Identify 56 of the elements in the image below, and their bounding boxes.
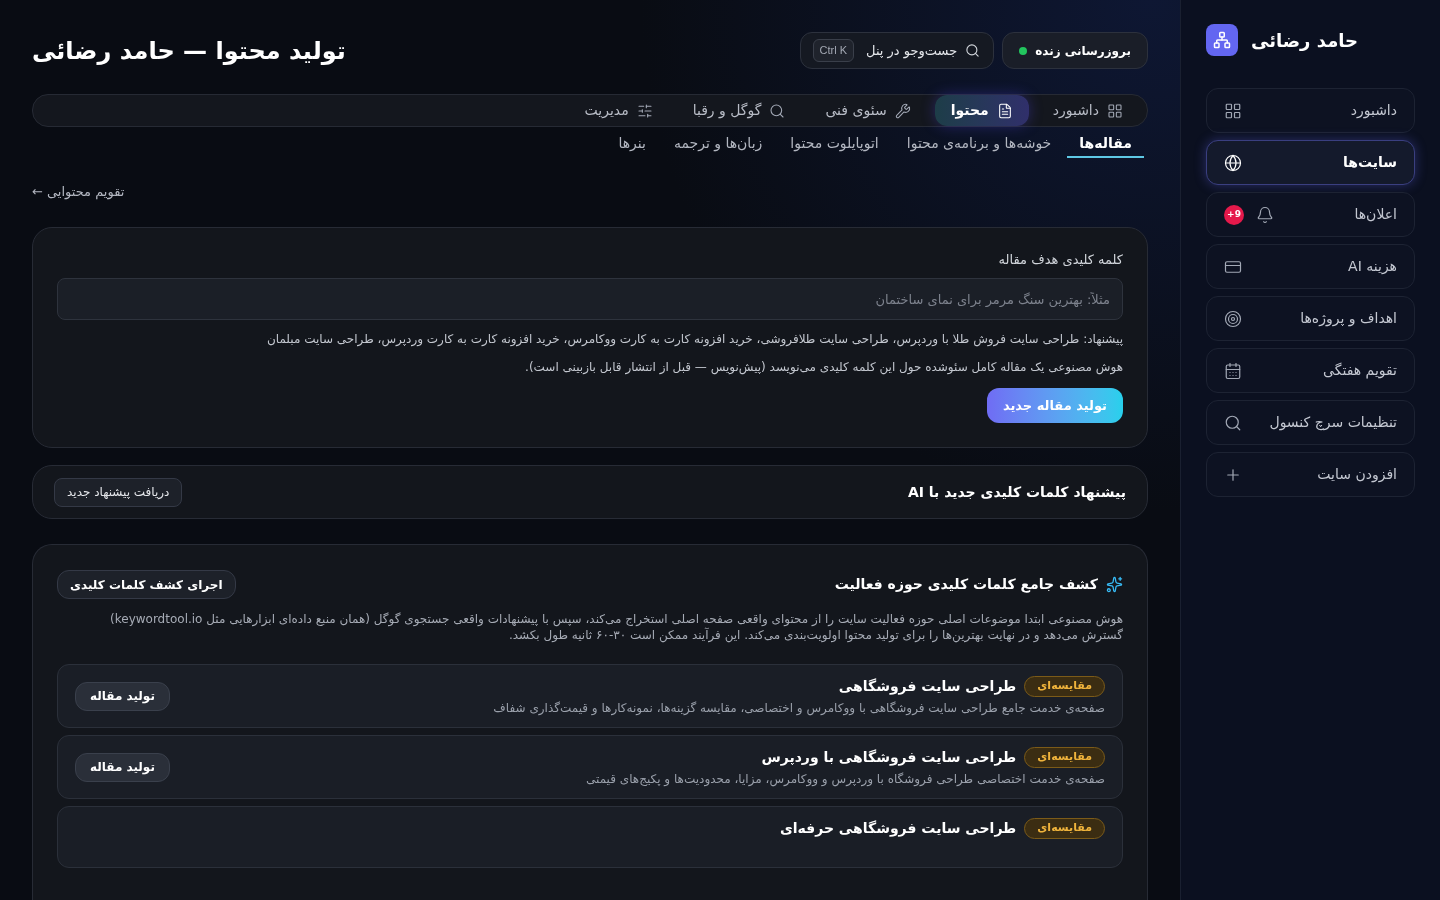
page-title: تولید محتوا — حامد رضائی bbox=[32, 35, 346, 67]
sidebar-item[interactable]: افزودن سایت bbox=[1206, 452, 1415, 497]
search-icon bbox=[769, 102, 786, 119]
keyboard-shortcut: Ctrl K bbox=[812, 39, 855, 62]
sidebar-item[interactable]: تقویم هفتگی bbox=[1206, 348, 1415, 393]
sidebar-item[interactable]: سایت‌ها bbox=[1206, 140, 1415, 185]
sub-tab[interactable]: خوشه‌ها و برنامه‌ی محتوا bbox=[894, 132, 1064, 158]
description-text: هوش مصنوعی ابتدا موضوعات اصلی حوزه فعالیت سایت را از محتوای واقعی صفحه اصلی استخراج می‌کند، سپس با پیشنهادات واقعی جستجوی گوگل (همان منبع داده‌ای ابزارهایی مثل keywordtool.io) گسترش می‌دهد و در نهایت بهترین‌ها را برای تولید محتوا اولویت‌بندی می‌کند. این فرآیند ممکن است ۳۰-۶۰ ثانیه طول بکشد. bbox=[109, 611, 1123, 643]
calendar-icon bbox=[1224, 361, 1242, 380]
search-icon bbox=[1224, 413, 1242, 432]
search-icon bbox=[965, 43, 981, 58]
sidebar-item[interactable]: هزینه AI bbox=[1206, 244, 1415, 289]
card-title: کشف جامع کلمات کلیدی حوزه فعالیت bbox=[834, 575, 1098, 595]
sub-tab[interactable]: بنرها bbox=[606, 132, 658, 158]
sub-tab[interactable]: مقاله‌ها bbox=[1067, 132, 1144, 158]
get-suggestions-button[interactable]: دریافت پیشنهاد جدید bbox=[54, 477, 183, 507]
live-update-button[interactable]: بروزرسانی زنده bbox=[1002, 32, 1148, 69]
brand-name: حامد رضائی bbox=[1251, 28, 1359, 53]
keyword-title: طراحی سایت فروشگاهی با وردپرس bbox=[761, 748, 1017, 768]
document-icon bbox=[996, 102, 1013, 119]
keyword-description: صفحه‌ی خدمت اختصاصی طراحی فروشگاه با وردپرس و ووکامرس، مزایا، محدودیت‌ها و پکیج‌های قیمتی bbox=[586, 771, 1105, 787]
notification-count: +9 bbox=[1224, 204, 1244, 225]
nav-tab[interactable]: داشبورد bbox=[1036, 95, 1139, 126]
nav-tab[interactable]: مدیریت bbox=[568, 95, 669, 126]
bell-icon bbox=[1256, 205, 1274, 224]
generate-button[interactable]: تولید مقاله bbox=[75, 681, 170, 711]
card-title: پیشنهاد کلمات کلیدی جدید با AI bbox=[907, 482, 1126, 503]
sparkle-icon bbox=[1106, 576, 1123, 593]
nav-tab[interactable]: سئوی فنی bbox=[809, 95, 927, 126]
sliders-icon bbox=[636, 102, 653, 119]
sidebar-item[interactable]: تنظیمات سرچ کنسول bbox=[1206, 400, 1415, 445]
globe-icon bbox=[1224, 153, 1242, 172]
grid-icon bbox=[1224, 101, 1242, 120]
note-text: هوش مصنوعی یک مقاله کامل سئوشده حول این کلمه کلیدی می‌نویسد (پیش‌نویس — قبل از انتشار قابل بازبینی است). bbox=[525, 359, 1123, 376]
sidebar-item[interactable]: داشبورد bbox=[1206, 88, 1415, 133]
network-icon bbox=[1206, 24, 1238, 56]
keyword-title: طراحی سایت فروشگاهی حرفه‌ای bbox=[779, 819, 1017, 839]
content-calendar-link[interactable]: تقویم محتوایی ← bbox=[32, 181, 125, 202]
type-badge: مقایسه‌ای bbox=[1024, 818, 1105, 839]
sub-tab[interactable]: زبان‌ها و ترجمه bbox=[661, 132, 775, 158]
sidebar-item[interactable]: اهداف و پروژه‌ها bbox=[1206, 296, 1415, 341]
keyword-description: صفحه‌ی خدمت جامع طراحی سایت فروشگاهی با ووکامرس و اختصاصی، مقایسه گزینه‌ها، نمونه‌کارها و قیمت‌گذاری شفاف bbox=[493, 700, 1105, 716]
keyword-title: طراحی سایت فروشگاهی bbox=[838, 677, 1017, 697]
grid-icon bbox=[1107, 102, 1123, 119]
generate-button[interactable]: تولید مقاله bbox=[75, 752, 170, 782]
run-discovery-button[interactable]: اجرای کشف کلمات کلیدی bbox=[57, 570, 236, 599]
suggestion-text: پیشنهاد: طراحی سایت فروش طلا با وردپرس، طراحی سایت طلافروشی، خرید افزونه کارت به کارت ووکامرس، خرید افزونه کارت به کارت وردپرس، طراحی سایت مبلمان bbox=[266, 331, 1123, 348]
target-icon bbox=[1224, 309, 1242, 328]
field-label: کلمه کلیدی هدف مقاله bbox=[998, 252, 1123, 269]
wrench-icon bbox=[894, 102, 911, 119]
type-badge: مقایسه‌ای bbox=[1024, 747, 1105, 768]
type-badge: مقایسه‌ای bbox=[1024, 676, 1105, 697]
keyword-input[interactable]: مثلاً: بهترین سنگ مرمر برای نمای ساختمان bbox=[57, 278, 1123, 321]
sub-tab[interactable]: اتوپایلوت محتوا bbox=[778, 132, 891, 158]
nav-tab[interactable]: گوگل و رقبا bbox=[676, 95, 802, 126]
nav-tab[interactable]: محتوا bbox=[934, 95, 1029, 126]
